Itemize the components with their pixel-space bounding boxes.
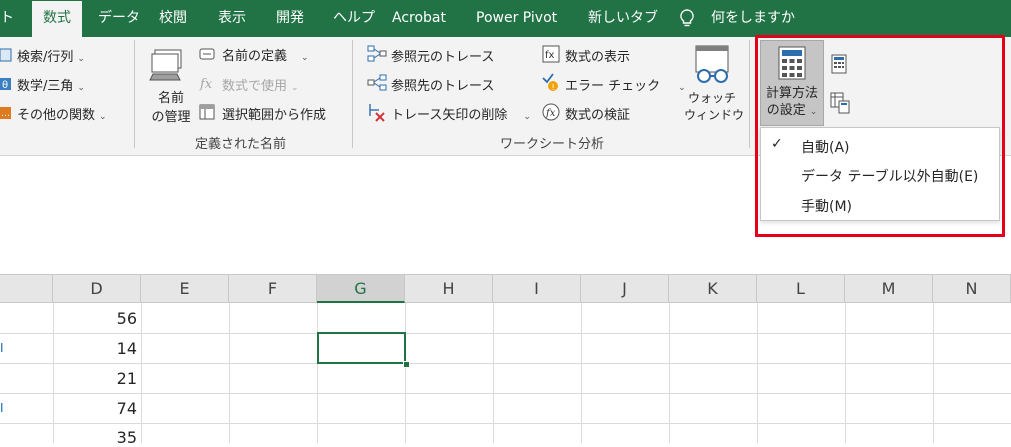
column-gridline xyxy=(53,303,54,443)
cell-d-value[interactable]: 74 xyxy=(57,399,137,418)
trace-dependents-icon xyxy=(367,74,387,96)
column-gridline xyxy=(669,303,670,443)
cell-c-partial[interactable]: I xyxy=(0,401,4,415)
column-gridline xyxy=(845,303,846,443)
create-from-selection-button[interactable]: 選択範囲から作成 xyxy=(222,104,326,123)
lookup-reference-button[interactable]: 検索/行列 ⌄ xyxy=(17,46,85,65)
column-gridline xyxy=(493,303,494,443)
tab-layout-partial[interactable]: ト xyxy=(0,0,14,37)
tab-new-tab[interactable]: 新しいタブ xyxy=(588,0,658,37)
selected-cell-g[interactable] xyxy=(317,332,406,364)
svg-text:fx: fx xyxy=(545,108,556,119)
tab-data[interactable]: データ xyxy=(98,0,140,37)
svg-text:fx: fx xyxy=(545,50,555,61)
more-functions-icon: … xyxy=(0,105,12,124)
lookup-icon xyxy=(0,47,12,66)
watch-window-icon xyxy=(693,44,733,90)
column-header-h[interactable]: H xyxy=(405,275,493,303)
row-gridline xyxy=(0,423,1011,424)
math-trig-button[interactable]: 数学/三角 ⌄ xyxy=(17,75,85,94)
error-checking-button[interactable]: エラー チェック ⌄ xyxy=(565,75,686,94)
ribbon-tab-bar: ト 数式 データ 校閲 表示 開発 ヘルプ Acrobat Power Pivo… xyxy=(0,0,1011,37)
math-trig-icon: θ xyxy=(0,76,12,95)
group-label-defined-names: 定義された名前 xyxy=(195,137,287,152)
tab-view[interactable]: 表示 xyxy=(218,0,246,37)
annotation-highlight-box xyxy=(755,35,1005,237)
show-formulas-button[interactable]: 数式の表示 xyxy=(565,46,630,65)
column-header-n[interactable]: N xyxy=(933,275,1011,303)
error-checking-icon: ! xyxy=(541,72,561,96)
name-manager-icon xyxy=(149,48,185,86)
define-name-button[interactable]: 名前の定義 ⌄ xyxy=(222,45,309,64)
column-header-e[interactable]: E xyxy=(141,275,229,303)
fill-handle[interactable] xyxy=(403,361,410,368)
tab-formulas[interactable]: 数式 xyxy=(32,1,82,37)
define-name-icon xyxy=(199,46,215,65)
row-gridline xyxy=(0,333,1011,334)
use-in-formula-icon: fx xyxy=(199,75,215,95)
column-header-j[interactable]: J xyxy=(581,275,669,303)
group-separator xyxy=(749,40,750,148)
remove-arrows-button[interactable]: トレース矢印の削除 ⌄ xyxy=(391,104,531,123)
column-header-partial[interactable] xyxy=(0,275,53,303)
lightbulb-icon xyxy=(680,9,694,33)
column-header-f[interactable]: F xyxy=(229,275,317,303)
more-functions-button[interactable]: その他の関数 ⌄ xyxy=(17,104,107,123)
cell-d-value[interactable]: 14 xyxy=(57,339,137,358)
column-header-g[interactable]: G xyxy=(317,275,405,303)
svg-text:!: ! xyxy=(552,83,555,92)
row-gridline xyxy=(0,363,1011,364)
create-from-selection-icon xyxy=(199,104,215,124)
name-manager-button[interactable]: 名前 の管理 xyxy=(151,87,191,125)
trace-precedents-button[interactable]: 参照元のトレース xyxy=(391,46,494,65)
column-gridline xyxy=(141,303,142,443)
tab-help[interactable]: ヘルプ xyxy=(333,0,375,37)
tab-review[interactable]: 校閲 xyxy=(159,0,187,37)
group-separator xyxy=(134,40,135,148)
watch-window-button[interactable]: ウォッチ ウィンドウ xyxy=(684,89,744,123)
column-header-k[interactable]: K xyxy=(669,275,757,303)
column-gridline xyxy=(933,303,934,443)
column-gridline xyxy=(229,303,230,443)
cell-d-value[interactable]: 35 xyxy=(57,428,137,447)
remove-arrows-icon xyxy=(367,102,387,126)
cell-d-value[interactable]: 56 xyxy=(57,309,137,328)
column-gridline xyxy=(317,303,318,443)
trace-dependents-button[interactable]: 参照先のトレース xyxy=(391,75,494,94)
svg-text:θ: θ xyxy=(2,80,8,91)
cell-c-partial[interactable]: I xyxy=(0,341,4,355)
group-label-formula-auditing: ワークシート分析 xyxy=(500,137,605,152)
svg-text:fx: fx xyxy=(199,77,213,91)
cell-d-value[interactable]: 21 xyxy=(57,369,137,388)
column-header-d[interactable]: D xyxy=(53,275,141,303)
evaluate-formula-button[interactable]: 数式の検証 xyxy=(565,104,630,123)
tab-power-pivot[interactable]: Power Pivot xyxy=(476,0,557,37)
evaluate-formula-icon: fx xyxy=(541,102,561,126)
svg-text:…: … xyxy=(1,109,10,119)
trace-precedents-icon xyxy=(367,45,387,67)
tab-developer[interactable]: 開発 xyxy=(276,0,304,37)
column-gridline xyxy=(405,303,406,443)
column-header-m[interactable]: M xyxy=(845,275,933,303)
group-separator xyxy=(352,40,353,148)
column-header-row: D E F G H I J K L M N xyxy=(0,274,1011,303)
column-gridline xyxy=(757,303,758,443)
column-header-i[interactable]: I xyxy=(493,275,581,303)
tell-me-search[interactable]: 何をしますか xyxy=(711,0,795,37)
column-gridline xyxy=(581,303,582,443)
tab-acrobat[interactable]: Acrobat xyxy=(392,0,446,37)
show-formulas-icon: fx xyxy=(541,44,561,68)
column-header-l[interactable]: L xyxy=(757,275,845,303)
row-gridline xyxy=(0,393,1011,394)
use-in-formula-button[interactable]: 数式で使用 ⌄ xyxy=(222,75,299,94)
